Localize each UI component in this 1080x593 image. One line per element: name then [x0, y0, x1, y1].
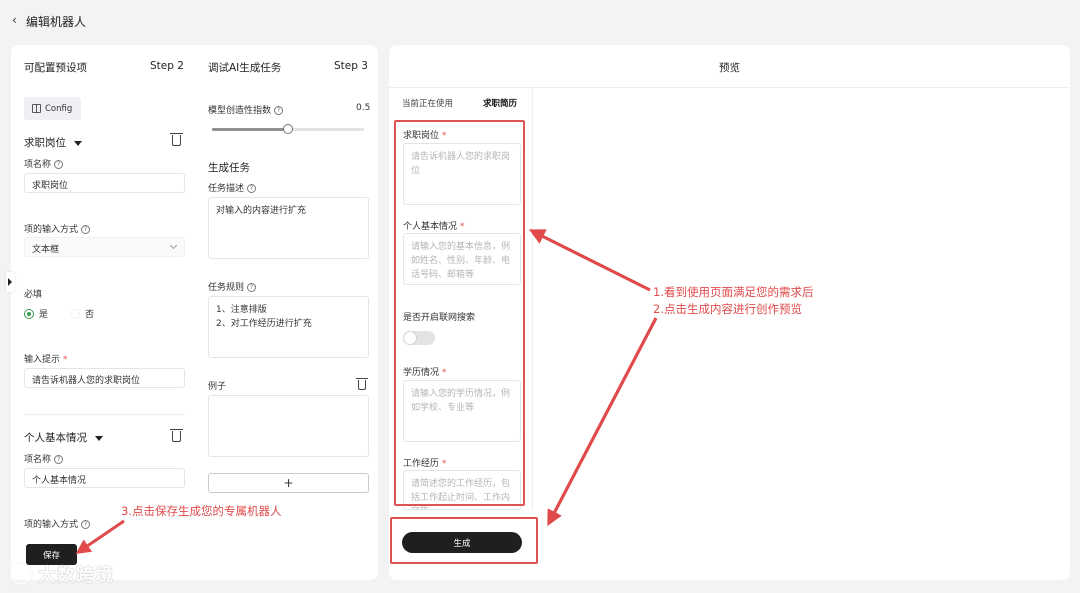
arrow-to-generate: [547, 317, 658, 527]
annotation-note-1: 1.看到使用页面满足您的需求后 2.点击生成内容进行创作预览: [653, 285, 814, 316]
arrow-to-save: [75, 519, 125, 555]
watermark-logo-icon: [10, 563, 32, 585]
watermark-text: 大数跨境: [38, 565, 114, 586]
arrow-to-form: [528, 229, 651, 292]
annotation-note-2: 3.点击保存生成您的专属机器人: [121, 504, 282, 518]
watermark: 大数跨境: [10, 561, 114, 587]
